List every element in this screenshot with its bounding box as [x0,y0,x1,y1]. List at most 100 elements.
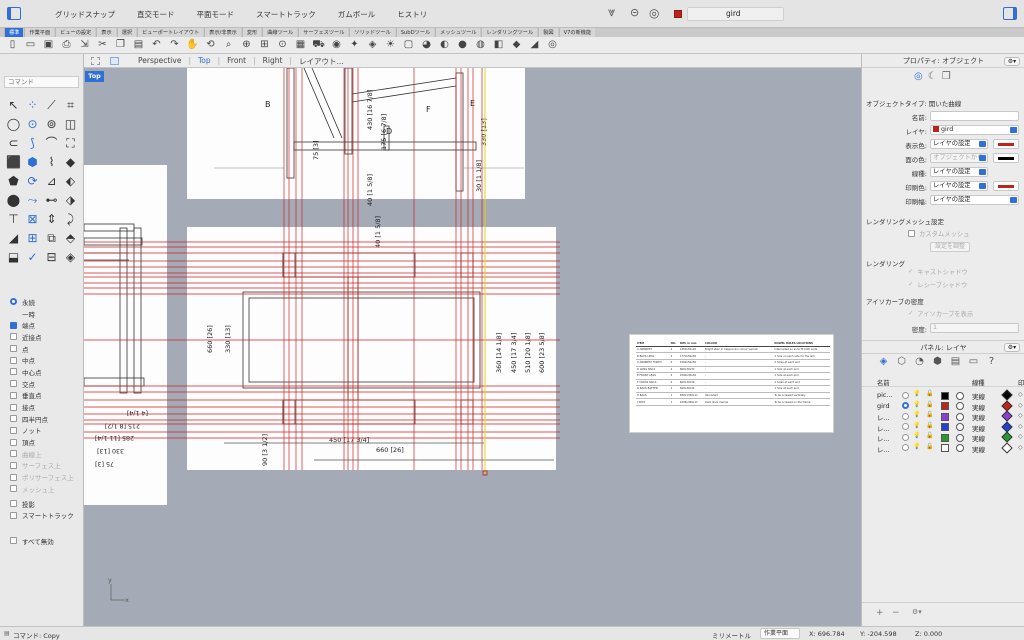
layer-material-icon[interactable] [956,402,964,410]
tab-0[interactable]: 標準 [4,28,24,37]
adjust-settings-button[interactable]: 設定を調整 [930,242,970,252]
mode-history[interactable]: ヒストリ [397,9,427,20]
sidebar-tool-12-icon[interactable]: ⬛ [4,153,23,172]
sidebar-tool-3-icon[interactable]: ⌗ [61,96,80,115]
sidebar-tool-21-icon[interactable]: ⤳ [23,191,42,210]
tab-12[interactable]: メッシュツール [435,28,481,37]
layer-row[interactable]: レ... 💡 🔓 実線 ◇ [862,441,1024,454]
sphere-icon[interactable]: ● [455,38,470,52]
car-icon[interactable]: ⛟ [311,38,326,52]
sidebar-tool-32-icon[interactable]: ⬓ [4,248,23,267]
print-width-select[interactable]: レイヤの設定 [930,195,1019,205]
texture-tab-icon[interactable]: ❐ [942,71,951,82]
print-color-swatch[interactable] [993,181,1019,191]
layer-name[interactable]: レ... [877,444,890,454]
command-input[interactable] [4,76,79,88]
layer-linetype[interactable]: 実線 [972,412,985,422]
osnap-checkbox[interactable] [10,438,17,446]
layer-linetype[interactable]: 実線 [972,391,985,401]
receive-shadows-row[interactable]: ✓ レシーブシャドウ [908,280,967,289]
sidebar-tool-4-icon[interactable]: ◯ [4,115,23,134]
sidebar-tool-17-icon[interactable]: ⟳ [23,172,42,191]
lock-icon[interactable]: 🔓 [926,390,933,397]
layer-color-swatch[interactable] [941,444,949,452]
layer-name[interactable]: レ... [877,423,890,433]
record-icon[interactable]: ◎ [649,6,659,20]
osnap-checkbox[interactable] [10,461,17,469]
viewport-tab-3[interactable]: Right [263,56,283,67]
tab-1[interactable]: 作業平面 [24,28,55,37]
layer-row[interactable]: レ... 💡 🔓 実線 ◇ [862,410,1024,422]
osnap-checkbox[interactable] [10,380,17,388]
cut-icon[interactable]: ✂ [95,38,110,52]
osnap-item-3[interactable]: 中点 [10,354,82,366]
lock-icon[interactable]: 🔓 [926,411,933,418]
osnap-item-2[interactable]: 点 [10,343,82,355]
tab-9[interactable]: サーフェスツール [298,28,349,37]
osnap-checkbox[interactable] [10,403,17,411]
copy-icon[interactable]: ❐ [113,38,128,52]
layer-print-width-icon[interactable]: ◇ [1018,423,1023,430]
lightbulb-icon[interactable]: ☀ [383,38,398,52]
disable-all-checkbox[interactable] [10,537,17,545]
sidebar-tool-34-icon[interactable]: ⊟ [42,248,61,267]
tab-10[interactable]: ソリッドツール [349,28,395,37]
layer-row[interactable]: pic... 💡 🔓 実線 ◇ [862,389,1024,401]
layer-print-width-icon[interactable]: ◇ [1018,412,1023,419]
layer-linetype[interactable]: 実線 [972,444,985,454]
osnap-item-15[interactable]: 投影 [10,498,82,510]
viewport-tab-2[interactable]: Front [227,56,246,67]
layer-linetype[interactable]: 実線 [972,423,985,433]
sidebar-tool-25-icon[interactable]: ⊠ [23,210,42,229]
cast-shadows-row[interactable]: ✓ キャストシャドウ [908,267,968,276]
face-color-select[interactable]: オブジェクトから [930,153,988,163]
face-color-swatch[interactable] [993,153,1019,163]
undo-icon[interactable]: ↶ [149,38,164,52]
viewport-tab-4[interactable]: レイアウト... [299,56,344,67]
sidebar-tool-2-icon[interactable]: ⟋ [42,96,61,115]
new-file-icon[interactable]: ▯ [5,38,20,52]
osnap-item-11[interactable]: 曲線上 [10,448,82,460]
grid-icon[interactable]: ▦ [293,38,308,52]
eye-icon[interactable]: ◉ [329,38,344,52]
osnap-checkbox[interactable] [10,426,17,434]
mode-smart-track[interactable]: スマートトラック [256,9,316,20]
layer-print-color[interactable] [1001,431,1013,443]
sidebar-tool-14-icon[interactable]: ⌇ [42,153,61,172]
display-color-select[interactable]: レイヤの設定 [930,139,988,149]
render-icon[interactable]: ◕ [419,38,434,52]
layer-name[interactable]: レ... [877,433,890,443]
right-sidebar-toggle-icon[interactable] [1003,7,1017,20]
redo-icon[interactable]: ↷ [167,38,182,52]
zoom-icon[interactable]: ⌕ [221,38,236,52]
layer-print-color[interactable] [1001,389,1013,401]
name-field[interactable] [930,111,1019,121]
layer-print-width-icon[interactable]: ◇ [1018,444,1023,451]
osnap-item-5[interactable]: 交点 [10,378,82,390]
layer-current-radio[interactable] [902,391,909,399]
layer-material-icon[interactable] [956,412,964,421]
layer-current-radio[interactable] [902,412,909,420]
layer-material-icon[interactable] [956,444,964,452]
osnap-item-8[interactable]: 四半円点 [10,413,82,425]
osnap-checkbox[interactable] [10,356,17,364]
cube-icon[interactable]: ◧ [491,38,506,52]
viewport-label[interactable]: Top [85,71,104,82]
sidebar-tool-35-icon[interactable]: ◈ [61,248,80,267]
tab-6[interactable]: 表示/非表示 [204,28,241,37]
osnap-item-7[interactable]: 接点 [10,401,82,413]
osnap-item-16[interactable]: スマートトラック [10,509,82,521]
sidebar-tool-23-icon[interactable]: ⬗ [61,191,80,210]
cplane-select[interactable]: 作業平面 [760,628,800,639]
osnap-item-14[interactable]: メッシュ上 [10,483,82,495]
viewport-tab-0[interactable]: Perspective [138,56,181,67]
layer-color-swatch[interactable] [941,391,949,400]
sidebar-tool-31-icon[interactable]: ⬘ [61,229,80,248]
linetype-select[interactable]: レイヤの設定 [930,167,988,177]
osnap-item-10[interactable]: 頂点 [10,436,82,448]
sidebar-tool-16-icon[interactable]: ⬟ [4,172,23,191]
sidebar-tool-18-icon[interactable]: ⊿ [42,172,61,191]
display-tab-icon[interactable]: ▭ [968,356,979,367]
color-icon[interactable]: ◐ [437,38,452,52]
mode-planar[interactable]: 平面モード [197,9,235,20]
